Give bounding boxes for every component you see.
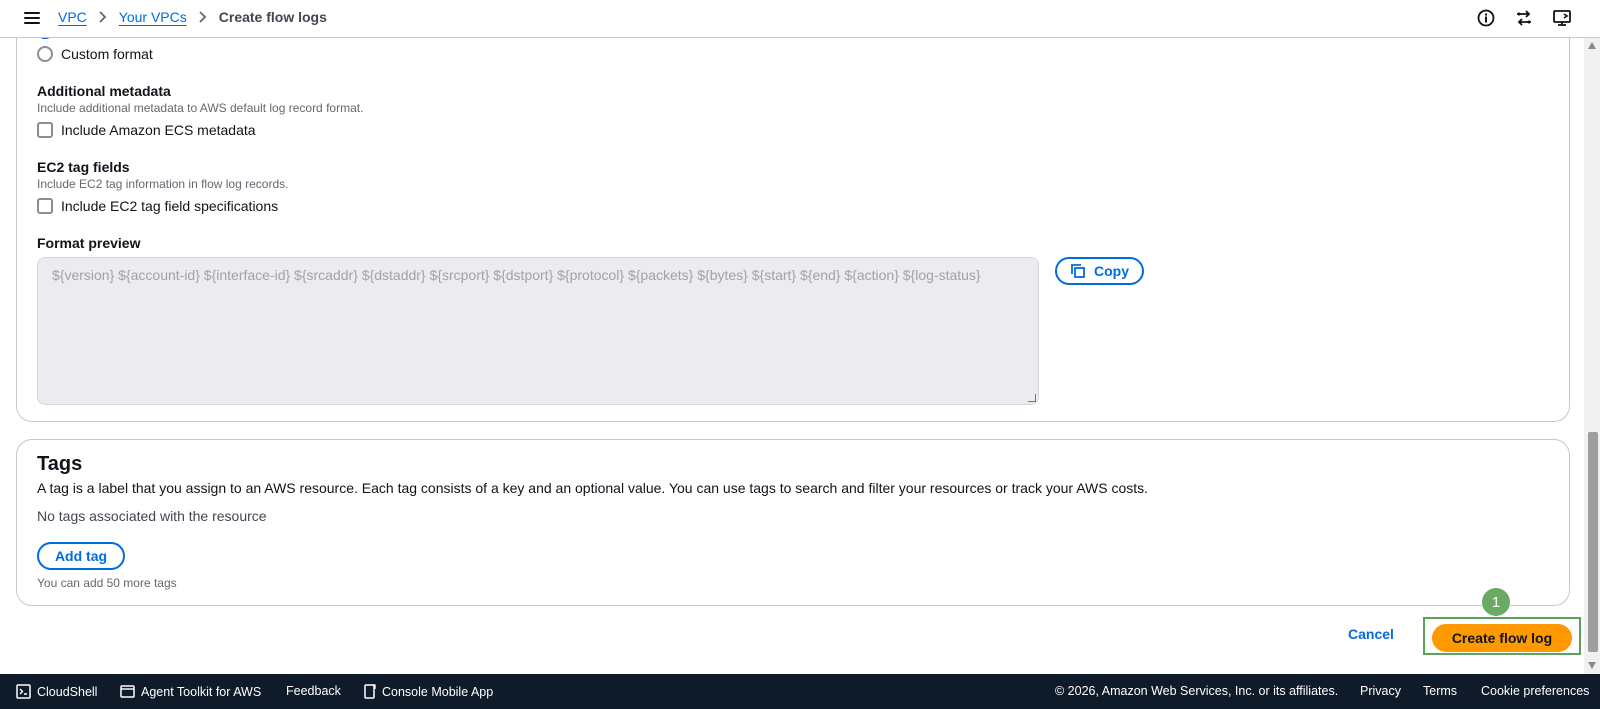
privacy-link[interactable]: Privacy: [1360, 684, 1401, 698]
copyright-text: © 2026, Amazon Web Services, Inc. or its…: [1055, 684, 1339, 698]
cookie-preferences-link[interactable]: Cookie preferences: [1481, 684, 1589, 698]
ecs-metadata-label: Include Amazon ECS metadata: [61, 122, 256, 138]
format-preview-textarea[interactable]: ${version} ${account-id} ${interface-id}…: [37, 257, 1039, 405]
chevron-right-icon: [99, 11, 107, 23]
agent-toolkit-link[interactable]: Agent Toolkit for AWS: [120, 684, 261, 699]
cookie-preferences-label: Cookie preferences: [1481, 684, 1590, 698]
scrollbar-thumb[interactable]: [1588, 432, 1598, 652]
hamburger-icon[interactable]: [22, 9, 42, 29]
breadcrumb: VPC Your VPCs Create flow logs: [58, 9, 327, 25]
copy-icon: [1071, 264, 1085, 278]
terms-label: Terms: [1423, 684, 1458, 698]
custom-format-radio[interactable]: Custom format: [37, 46, 153, 62]
feedback-link[interactable]: Feedback: [286, 684, 341, 698]
format-preview-text: ${version} ${account-id} ${interface-id}…: [52, 267, 981, 283]
switch-icon[interactable]: [1514, 8, 1534, 28]
info-icon[interactable]: [1476, 8, 1496, 28]
cancel-button[interactable]: Cancel: [1348, 626, 1394, 642]
format-preview-title: Format preview: [37, 235, 141, 251]
ecs-metadata-checkbox-row[interactable]: Include Amazon ECS metadata: [37, 122, 256, 138]
ec2-tag-fields-title: EC2 tag fields: [37, 159, 130, 175]
resize-handle-icon[interactable]: [1028, 394, 1036, 402]
console-mobile-app-link[interactable]: Console Mobile App: [364, 684, 493, 699]
console-icon[interactable]: [1552, 8, 1572, 28]
create-flow-log-button[interactable]: Create flow log: [1432, 624, 1572, 652]
top-navigation-bar: VPC Your VPCs Create flow logs: [0, 0, 1600, 38]
feedback-label: Feedback: [286, 684, 341, 698]
tags-hint: You can add 50 more tags: [37, 576, 177, 590]
copy-button[interactable]: Copy: [1055, 257, 1144, 285]
ec2-tag-checkbox[interactable]: [37, 198, 53, 214]
no-tags-text: No tags associated with the resource: [37, 508, 267, 524]
custom-format-label: Custom format: [61, 46, 153, 62]
step-marker-badge: 1: [1482, 588, 1510, 616]
tags-title: Tags: [37, 453, 83, 475]
ec2-tag-fields-description: Include EC2 tag information in flow log …: [37, 177, 289, 191]
additional-metadata-description: Include additional metadata to AWS defau…: [37, 101, 364, 115]
privacy-label: Privacy: [1360, 684, 1401, 698]
agent-toolkit-label: Agent Toolkit for AWS: [141, 684, 262, 699]
copy-button-label: Copy: [1094, 263, 1129, 279]
radio-button[interactable]: [37, 46, 53, 62]
chevron-right-icon: [199, 11, 207, 23]
tags-description: A tag is a label that you assign to an A…: [37, 480, 1149, 496]
scroll-up-arrow-icon[interactable]: [1588, 42, 1596, 49]
ec2-tag-checkbox-row[interactable]: Include EC2 tag field specifications: [37, 198, 278, 214]
toolkit-icon: [120, 685, 135, 698]
footer: CloudShell Agent Toolkit for AWS Feedbac…: [0, 674, 1600, 709]
scroll-down-arrow-icon[interactable]: [1588, 662, 1596, 669]
add-tag-button[interactable]: Add tag: [37, 542, 125, 570]
breadcrumb-your-vpcs[interactable]: Your VPCs: [119, 9, 187, 25]
breadcrumb-current: Create flow logs: [218, 9, 327, 25]
terminal-icon: [16, 684, 31, 699]
ecs-metadata-checkbox[interactable]: [37, 122, 53, 138]
ec2-tag-label: Include EC2 tag field specifications: [61, 198, 279, 214]
cloudshell-link[interactable]: CloudShell: [16, 684, 97, 699]
console-mobile-app-label: Console Mobile App: [382, 684, 494, 699]
breadcrumb-vpc[interactable]: VPC: [58, 9, 87, 25]
cloudshell-label: CloudShell: [37, 684, 98, 699]
mobile-icon: [364, 684, 376, 699]
terms-link[interactable]: Terms: [1423, 684, 1457, 698]
additional-metadata-title: Additional metadata: [37, 83, 171, 99]
